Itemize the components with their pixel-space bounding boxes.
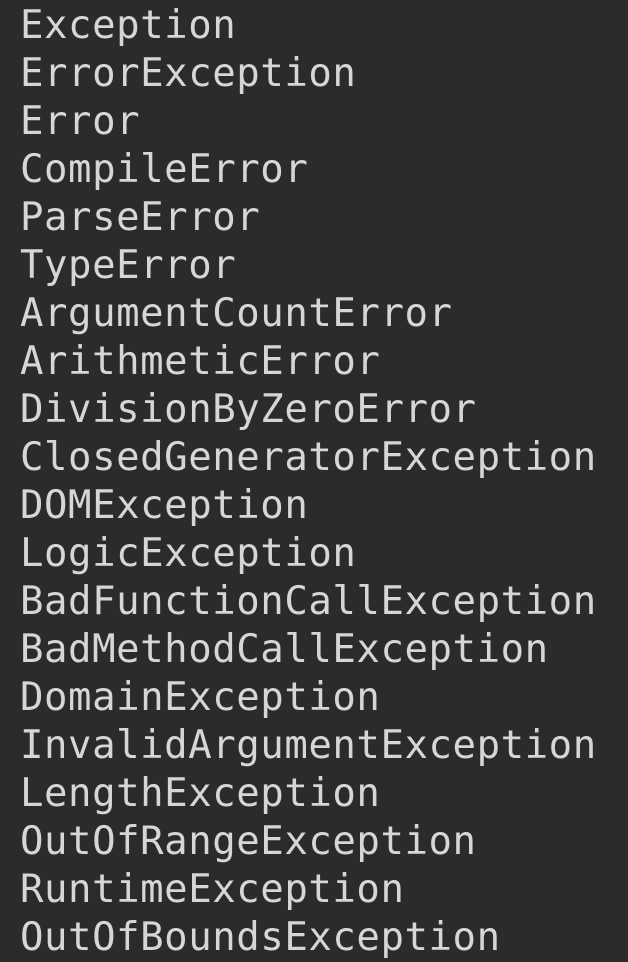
code-line-domain-exception: DomainException (20, 675, 381, 720)
code-line-division-by-zero-error: DivisionByZeroError (20, 387, 477, 432)
code-line-compile-error: CompileError (20, 147, 309, 192)
code-line-parse-error: ParseError (20, 195, 261, 240)
code-line-exception: Exception (20, 3, 237, 48)
code-line-out-of-bounds-exception: OutOfBoundsException (20, 915, 501, 960)
code-line-length-exception: LengthException (20, 771, 381, 816)
code-line-arithmetic-error: ArithmeticError (20, 339, 381, 384)
code-line-error: Error (20, 99, 141, 144)
code-line-out-of-range-exception: OutOfRangeException (20, 819, 477, 864)
code-text-view: Exception ErrorException Error CompileEr… (0, 0, 628, 962)
code-line-closed-generator-exception: ClosedGeneratorException (20, 435, 597, 480)
code-line-argument-count-error: ArgumentCountError (20, 291, 453, 336)
code-line-bad-method-call-exception: BadMethodCallException (20, 627, 549, 672)
code-line-logic-exception: LogicException (20, 531, 357, 576)
code-line-bad-function-call-exception: BadFunctionCallException (20, 579, 597, 624)
code-line-type-error: TypeError (20, 243, 237, 288)
code-line-invalid-argument-exception: InvalidArgumentException (20, 723, 597, 768)
code-line-runtime-exception: RuntimeException (20, 867, 405, 912)
code-line-error-exception: ErrorException (20, 51, 357, 96)
code-line-dom-exception: DOMException (20, 483, 309, 528)
